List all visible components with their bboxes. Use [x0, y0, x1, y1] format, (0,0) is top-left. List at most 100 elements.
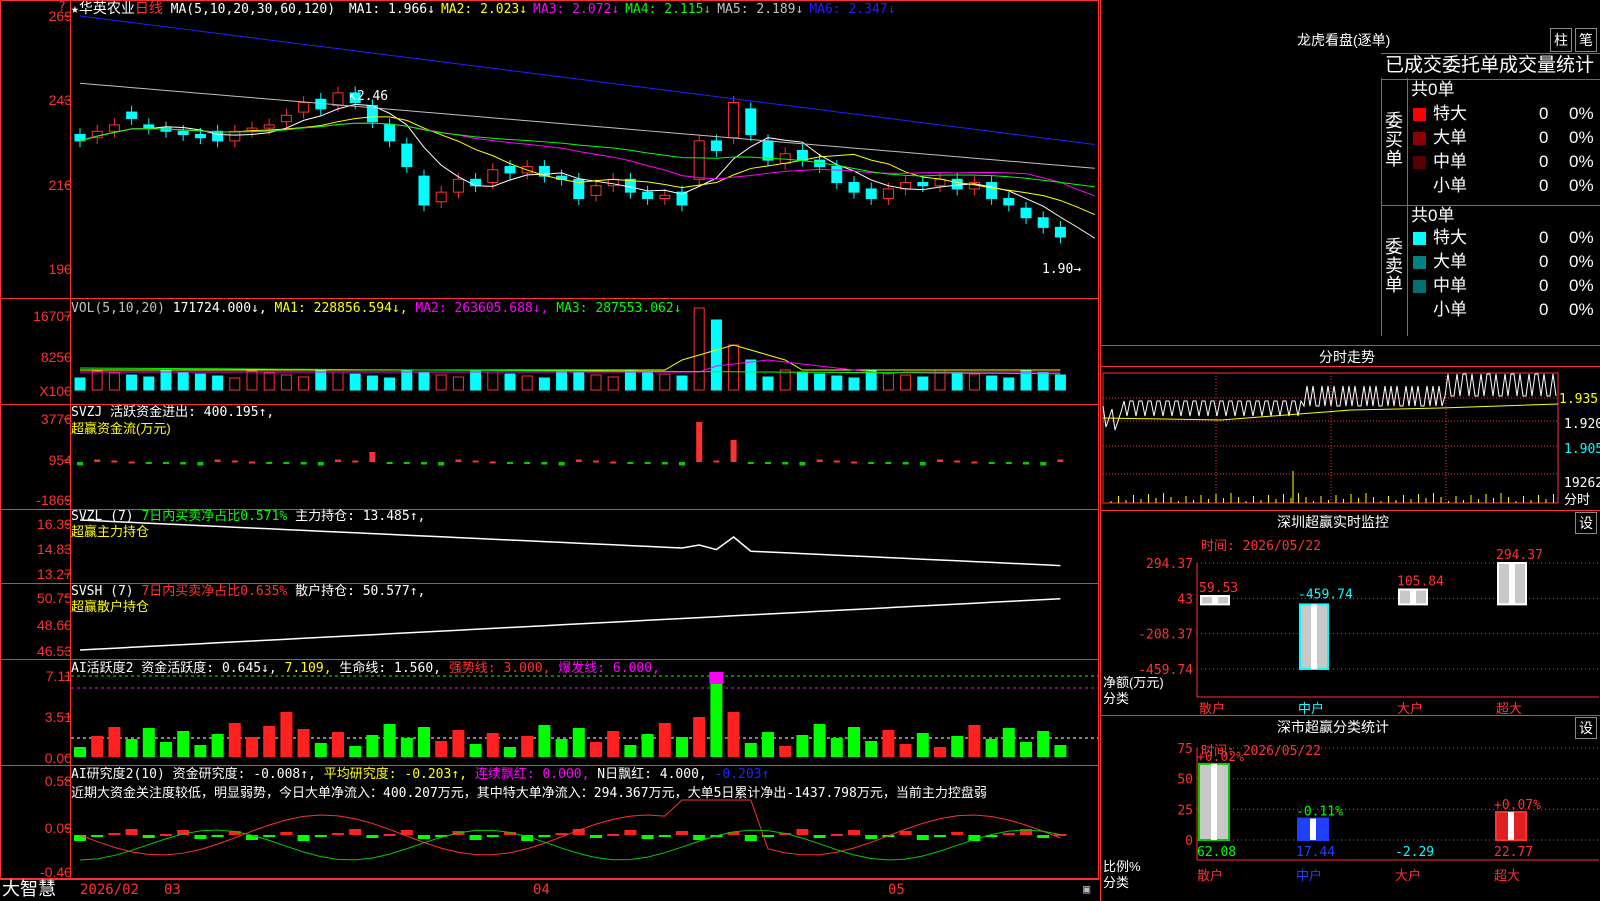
row-count: 0: [1539, 300, 1549, 319]
svsh-title-c: 散户持仓: 50.577↑,: [295, 584, 426, 599]
main-y-label: 216: [48, 177, 72, 193]
research-bar: [641, 835, 654, 839]
candle-body: [986, 182, 998, 200]
volume-bar: [659, 373, 671, 391]
activity-bar: [813, 724, 826, 757]
vol-y-label: 16707: [33, 308, 72, 324]
candle-body: [504, 166, 516, 174]
retail-holding-line: [79, 597, 1061, 651]
fund-flow-bar: [747, 462, 754, 464]
volume-bar: [1037, 372, 1049, 391]
row-name: 特大: [1433, 228, 1467, 247]
vol-ma3-line: [79, 367, 1061, 375]
sz-class-bottom-value: 17.44: [1296, 845, 1335, 860]
candle-body: [1037, 217, 1049, 228]
fund-flow-bar: [180, 462, 187, 465]
vol-ma2-line: [80, 359, 1061, 375]
row-name: 小单: [1433, 300, 1467, 319]
intraday-price-label: 1.905: [1564, 442, 1600, 457]
fund-flow-bar: [335, 459, 341, 462]
volume-bar: [246, 370, 258, 391]
svzl-title-b: 7日内买卖净占比0.571%: [141, 509, 288, 524]
intraday-panel[interactable]: 分时走势 1.935 1.920 1.905 19262 分时: [1100, 345, 1600, 511]
intraday-chart-svg[interactable]: [1101, 346, 1600, 511]
volume-bar: [814, 373, 826, 391]
sz-monitor-bar-highlight: [1311, 604, 1317, 669]
bar-mode-button[interactable]: 柱: [1550, 28, 1572, 52]
activity-bar: [1037, 731, 1050, 757]
row-pct: 0%: [1569, 228, 1594, 247]
lock-icon[interactable]: ▣: [1083, 882, 1090, 897]
candle-body: [108, 124, 120, 132]
tick-mode-button[interactable]: 笔: [1575, 28, 1597, 52]
sz-class-bottom-value: 62.08: [1197, 845, 1236, 860]
ai-active-title-e: 爆发线: 6.000,: [558, 661, 660, 676]
fund-flow-bar: [1005, 462, 1012, 464]
sz-class-bar-highlight: [1508, 812, 1514, 840]
row-color-swatch: [1413, 180, 1426, 193]
main-holding-line: [79, 519, 1061, 567]
brand-label[interactable]: 大智慧: [2, 879, 56, 899]
volume-bar: [900, 374, 912, 391]
volume-bar: [865, 370, 877, 391]
fund-flow-bar: [249, 461, 255, 464]
candle-body: [917, 182, 929, 187]
research-bar: [211, 835, 224, 837]
candle-body: [659, 194, 671, 200]
activity-bar: [951, 736, 964, 757]
activity-bar: [469, 744, 482, 757]
sz-class-bar-highlight: [1211, 763, 1217, 840]
activity-bar: [332, 732, 344, 757]
high-price-value: 2.46: [356, 89, 389, 104]
research-green-line: [79, 829, 1061, 861]
row-pct: 0%: [1569, 104, 1594, 123]
svsh-title-a: SVSH (7): [71, 584, 134, 599]
svzl-y-label: 16.39: [36, 516, 72, 532]
sz-monitor-value-label: 294.37: [1496, 548, 1543, 563]
candle-body: [693, 140, 705, 180]
sz-class-top-label: +0.07%: [1494, 798, 1541, 813]
sz-monitor-panel: 深圳超赢实时监控 设 时间: 2026/05/22 294.37 43 -208.3…: [1100, 510, 1600, 716]
period-label[interactable]: 日线: [135, 0, 163, 16]
chart-area[interactable]: [0, 0, 1100, 900]
candle-body: [1003, 198, 1015, 206]
ai-research-title-c: 连续飘红: 0.000,: [474, 767, 590, 782]
volume-bar: [504, 373, 516, 391]
research-bar: [418, 835, 430, 839]
activity-bar: [830, 738, 843, 757]
activity-bar: [91, 736, 104, 757]
ma60-line: [79, 82, 1095, 169]
sz-monitor-axis-label: 分类: [1103, 691, 1130, 706]
fund-flow-bar: [713, 460, 720, 463]
volume-bar: [366, 375, 378, 391]
fund-flow-bar: [455, 459, 462, 462]
fund-flow-bar: [816, 459, 823, 462]
sz-class-axis-label: 分类: [1103, 875, 1130, 890]
candle-body: [212, 130, 224, 142]
fund-flow-bar: [145, 462, 152, 464]
ai-active-title-b: 7.109,: [284, 661, 332, 676]
dragon-side-col: [1407, 78, 1408, 336]
vol-y-label: X100: [39, 383, 72, 399]
research-bar: [280, 832, 293, 835]
activity-bar: [676, 737, 688, 757]
fund-flow-bar: [352, 460, 359, 463]
activity-bar: [762, 732, 774, 757]
svzl-title-c: 主力持仓: 13.485↑,: [295, 509, 426, 524]
fund-flow-bar: [163, 462, 169, 464]
activity-bar: [435, 741, 448, 757]
sz-monitor-bar-highlight: [1410, 589, 1416, 605]
date-axis-label: 05: [888, 882, 905, 898]
volume-bar: [573, 372, 585, 391]
candle-body: [745, 108, 757, 135]
kline-chart-svg[interactable]: [0, 0, 1100, 900]
sz-class-category-label: 大户: [1395, 868, 1421, 884]
svzl-y-label: 14.83: [36, 541, 72, 557]
candle-body: [470, 178, 482, 187]
favorite-star-icon[interactable]: ★: [71, 2, 79, 17]
main-y-label: 269: [48, 8, 72, 24]
sz-monitor-category-label: 大户: [1397, 701, 1423, 716]
sz-class-bar-highlight: [1310, 818, 1316, 840]
volume-bar: [1054, 374, 1066, 391]
ai-research-title-e: -0.203↑: [714, 767, 770, 782]
